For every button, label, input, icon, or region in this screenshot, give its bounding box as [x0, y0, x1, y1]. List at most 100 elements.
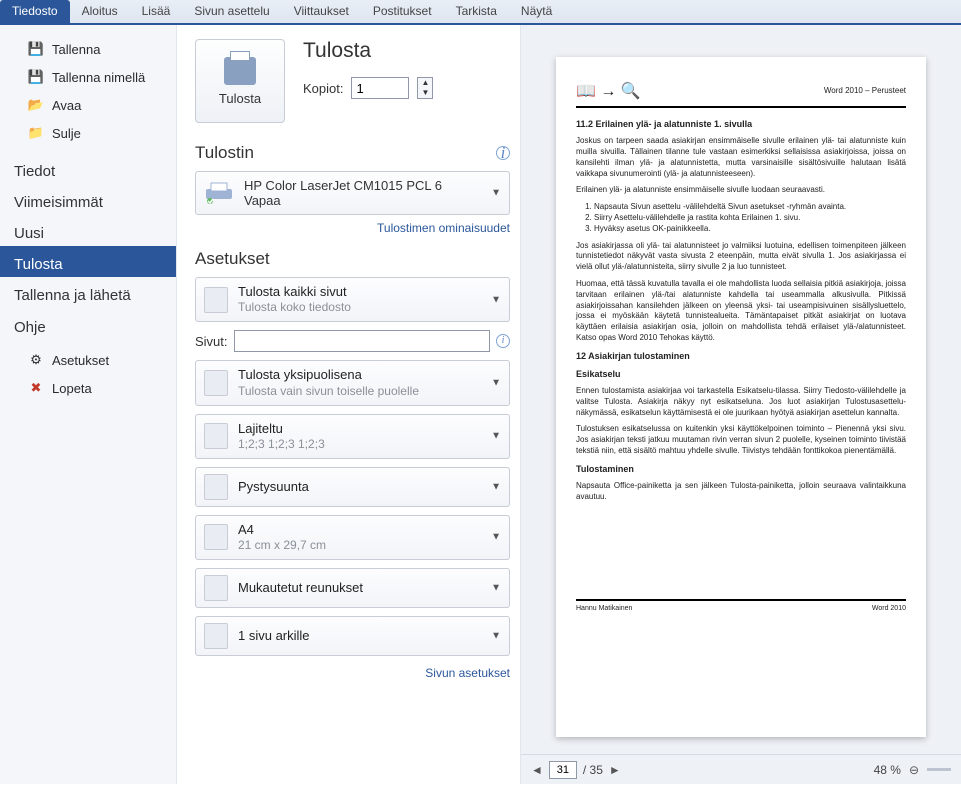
sidebar-new[interactable]: Uusi	[0, 215, 176, 246]
opt-label: 1 sivu arkille	[238, 628, 310, 644]
printer-device-icon	[204, 181, 234, 205]
doc-footer-left: Hannu Matikainen	[576, 604, 632, 613]
doc-step: Napsauta Sivun asettelu -välilehdeltä Si…	[594, 202, 906, 213]
doc-p: Joskus on tarpeen saada asiakirjan ensim…	[576, 136, 906, 179]
tab-review[interactable]: Tarkista	[444, 0, 509, 23]
print-range-selector[interactable]: Tulosta kaikki sivut Tulosta koko tiedos…	[195, 277, 510, 322]
doc-p: Tulostuksen esikatselussa on kuitenkin y…	[576, 424, 906, 456]
print-title: Tulosta	[303, 39, 433, 63]
sidebar-recent[interactable]: Viimeisimmät	[0, 184, 176, 215]
tab-file[interactable]: Tiedosto	[0, 0, 70, 23]
sidebar-open[interactable]: 📂 Avaa	[0, 91, 176, 119]
opt-sublabel: Tulosta vain sivun toiselle puolelle	[238, 384, 419, 399]
backstage: 💾 Tallenna 💾 Tallenna nimellä 📂 Avaa 📁 S…	[0, 25, 961, 784]
sidebar-item-label: Sulje	[52, 126, 81, 141]
chevron-down-icon: ▼	[491, 631, 501, 642]
print-button-label: Tulosta	[219, 91, 261, 106]
info-icon[interactable]: i	[496, 146, 510, 160]
chevron-down-icon: ▼	[491, 294, 501, 305]
sidebar-print[interactable]: Tulosta	[0, 246, 176, 277]
duplex-selector[interactable]: Tulosta yksipuolisena Tulosta vain sivun…	[195, 360, 510, 405]
doc-h4: Tulostaminen	[576, 463, 906, 475]
margins-selector[interactable]: Mukautetut reunukset ▼	[195, 568, 510, 608]
page-setup-link[interactable]: Sivun asetukset	[195, 666, 510, 680]
sidebar-info[interactable]: Tiedot	[0, 153, 176, 184]
sidebar-item-label: Tallenna nimellä	[52, 70, 145, 85]
sidebar-item-label: Asetukset	[52, 353, 109, 368]
tab-home[interactable]: Aloitus	[70, 0, 130, 23]
options-icon: ⚙	[28, 352, 44, 368]
print-button[interactable]: Tulosta	[195, 39, 285, 123]
ribbon: Tiedosto Aloitus Lisää Sivun asettelu Vi…	[0, 0, 961, 25]
pages-per-sheet-selector[interactable]: 1 sivu arkille ▼	[195, 616, 510, 656]
settings-section-title: Asetukset	[195, 249, 270, 269]
sidebar-save-as[interactable]: 💾 Tallenna nimellä	[0, 63, 176, 91]
spinner-down-icon[interactable]: ▼	[418, 88, 432, 98]
printer-icon	[224, 57, 256, 85]
doc-p: Huomaa, että tässä kuvatulla tavalla ei …	[576, 279, 906, 344]
tab-insert[interactable]: Lisää	[130, 0, 183, 23]
opt-label: Tulosta kaikki sivut	[238, 284, 351, 300]
opt-sublabel: Tulosta koko tiedosto	[238, 300, 351, 315]
copies-input[interactable]	[351, 77, 409, 99]
sidebar-help[interactable]: Ohje	[0, 309, 176, 340]
save-as-icon: 💾	[28, 69, 44, 85]
opt-label: Lajiteltu	[238, 421, 325, 437]
prev-page-button[interactable]: ◄	[531, 763, 543, 777]
chevron-down-icon: ▼	[491, 431, 501, 442]
spinner-up-icon[interactable]: ▲	[418, 78, 432, 88]
pages-input[interactable]	[234, 330, 490, 352]
tab-mailings[interactable]: Postitukset	[361, 0, 444, 23]
chevron-down-icon: ▼	[491, 583, 501, 594]
margins-icon	[204, 575, 228, 601]
chevron-down-icon: ▼	[491, 481, 501, 492]
page-total: / 35	[583, 763, 603, 777]
sidebar-options[interactable]: ⚙ Asetukset	[0, 346, 176, 374]
sidebar-item-label: Avaa	[52, 98, 81, 113]
doc-header-icon: 📖 → 🔍	[576, 81, 641, 103]
preview-status-bar: ◄ / 35 ► 48 % ⊖	[521, 754, 961, 784]
opt-sublabel: 1;2;3 1;2;3 1;2;3	[238, 437, 325, 452]
printer-selector[interactable]: HP Color LaserJet CM1015 PCL 6 Vapaa ▼	[195, 171, 510, 215]
copies-label: Kopiot:	[303, 81, 343, 96]
collated-icon	[204, 423, 228, 449]
preview-page: 📖 → 🔍 Word 2010 – Perusteet 11.2 Erilain…	[556, 57, 926, 737]
doc-h2: 12 Asiakirjan tulostaminen	[576, 350, 906, 362]
doc-p: Napsauta Office-painiketta ja sen jälkee…	[576, 481, 906, 503]
zoom-slider[interactable]	[927, 768, 951, 771]
opt-label: A4	[238, 522, 326, 538]
page-number-input[interactable]	[549, 761, 577, 779]
tab-references[interactable]: Viittaukset	[282, 0, 361, 23]
exit-icon: ✖	[28, 380, 44, 396]
sidebar-close[interactable]: 📁 Sulje	[0, 119, 176, 147]
doc-h1: 11.2 Erilainen ylä- ja alatunniste 1. si…	[576, 118, 906, 130]
sidebar-exit[interactable]: ✖ Lopeta	[0, 374, 176, 402]
print-preview: 📖 → 🔍 Word 2010 – Perusteet 11.2 Erilain…	[521, 25, 961, 784]
opt-label: Mukautetut reunukset	[238, 580, 363, 596]
info-icon[interactable]: i	[496, 334, 510, 348]
next-page-button[interactable]: ►	[609, 763, 621, 777]
sidebar-save[interactable]: 💾 Tallenna	[0, 35, 176, 63]
print-panel: Tulosta Tulosta Kopiot: ▲ ▼ Tulostin i	[176, 25, 521, 784]
opt-label: Pystysuunta	[238, 479, 309, 495]
printer-section-title: Tulostin	[195, 143, 254, 163]
opt-label: Tulosta yksipuolisena	[238, 367, 419, 383]
orientation-selector[interactable]: Pystysuunta ▼	[195, 467, 510, 507]
tab-view[interactable]: Näytä	[509, 0, 564, 23]
doc-step: Siirry Asettelu-välilehdelle ja rastita …	[594, 213, 906, 224]
paper-size-selector[interactable]: A4 21 cm x 29,7 cm ▼	[195, 515, 510, 560]
paper-icon	[204, 524, 228, 550]
collate-selector[interactable]: Lajiteltu 1;2;3 1;2;3 1;2;3 ▼	[195, 414, 510, 459]
doc-p: Ennen tulostamista asiakirjaa voi tarkas…	[576, 386, 906, 418]
sheet-icon	[204, 623, 228, 649]
doc-footer-right: Word 2010	[872, 604, 906, 613]
tab-page-layout[interactable]: Sivun asettelu	[182, 0, 281, 23]
copies-spinner[interactable]: ▲ ▼	[417, 77, 433, 99]
save-icon: 💾	[28, 41, 44, 57]
sidebar-save-send[interactable]: Tallenna ja lähetä	[0, 277, 176, 309]
chevron-down-icon: ▼	[491, 532, 501, 543]
zoom-out-button[interactable]: ⊖	[909, 763, 919, 777]
printer-properties-link[interactable]: Tulostimen ominaisuudet	[195, 221, 510, 235]
open-icon: 📂	[28, 97, 44, 113]
close-folder-icon: 📁	[28, 125, 44, 141]
